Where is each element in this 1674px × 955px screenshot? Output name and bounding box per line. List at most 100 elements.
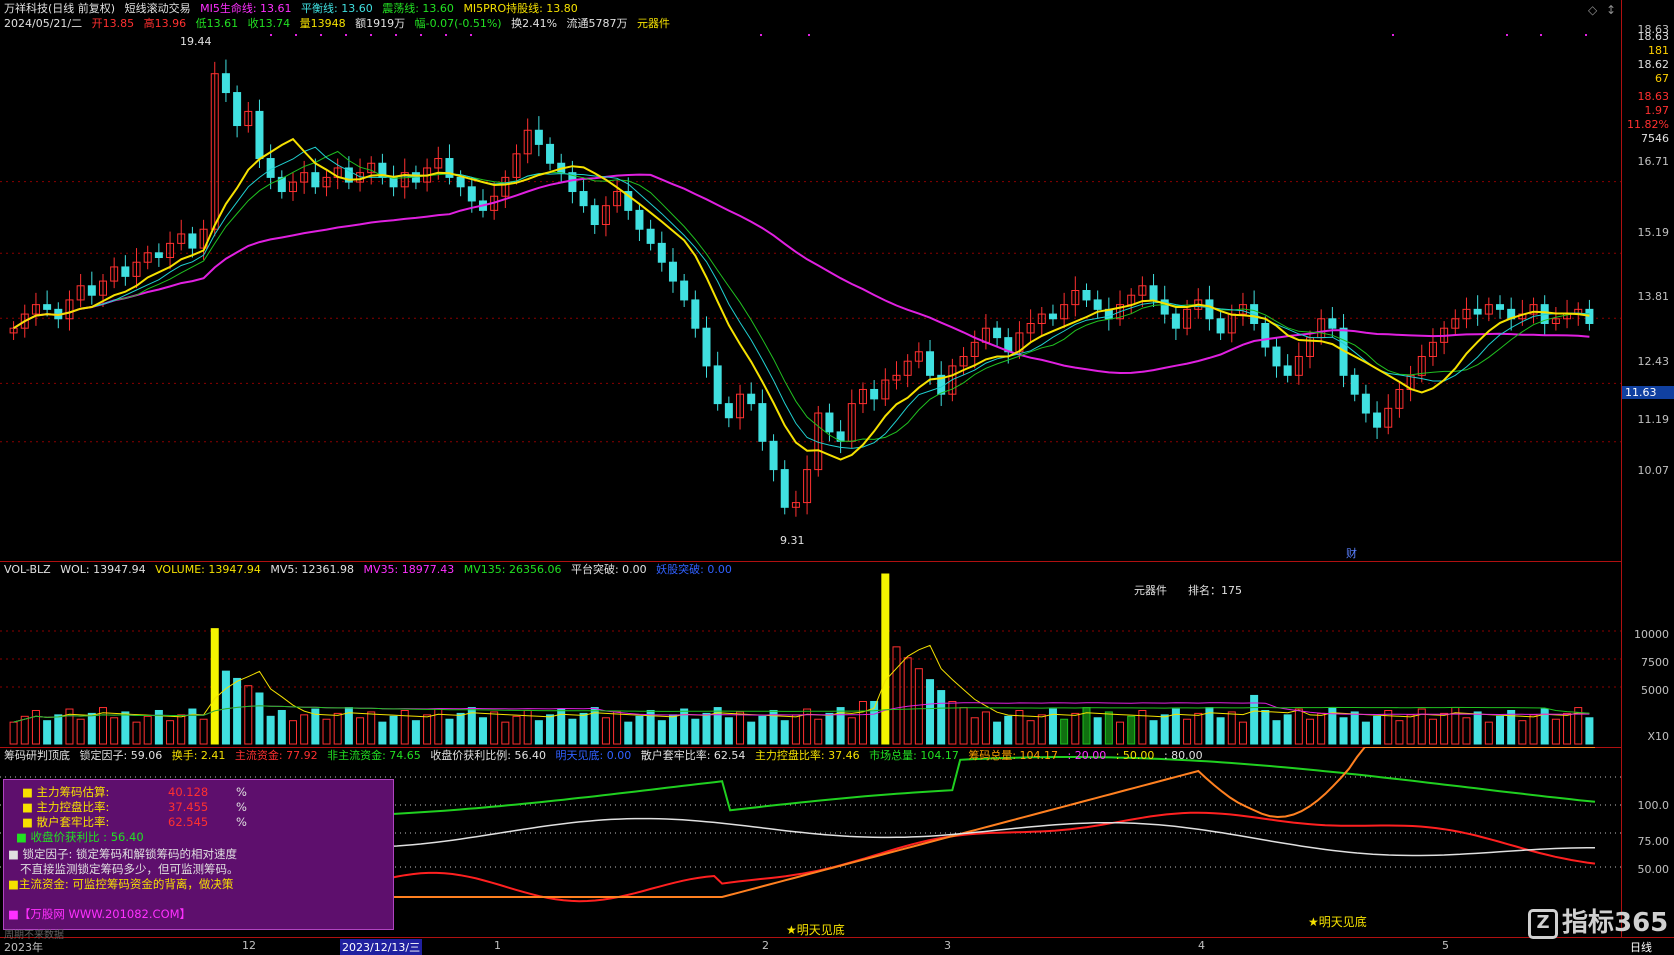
- chip-v80: : 80.00: [1163, 749, 1203, 762]
- volume-bar: [1350, 711, 1359, 745]
- info-row4-text: 收盘价获利比 : 56.40: [30, 830, 144, 844]
- volume-bar: [993, 721, 1002, 745]
- volume-bar: [1227, 711, 1236, 745]
- cai-badge[interactable]: 财: [1346, 545, 1357, 561]
- volume-bar: [1160, 714, 1169, 745]
- candle-down: [255, 110, 264, 160]
- volume-bar: [333, 712, 342, 745]
- info-row1-label: 主力筹码估算:: [36, 785, 110, 799]
- volume-bar: [1551, 718, 1560, 745]
- price-tick-label: 13.81: [1637, 290, 1670, 303]
- volume-bar: [1473, 711, 1482, 745]
- info-close: 收13.74: [247, 17, 291, 30]
- volume-bar: [970, 717, 979, 745]
- chip-profit: 收盘价获利比例: 56.40: [430, 749, 547, 762]
- kline-pane[interactable]: 万祥科技(日线 前复权) 短线滚动交易 MI5生命线: 13.61 平衡线: 1…: [0, 0, 1621, 562]
- volume-bar: [367, 711, 376, 745]
- period-label[interactable]: 日线: [1630, 939, 1652, 955]
- candle-down: [758, 403, 767, 442]
- info-low: 低13.61: [195, 17, 239, 30]
- chip-tick-label: 100.0: [1637, 799, 1670, 812]
- volume-bar: [199, 718, 208, 745]
- info-row-main-chip: ■ 主力筹码估算: 40.128%: [22, 785, 247, 799]
- volume-bar: [1261, 709, 1270, 745]
- volume-bar: [9, 721, 18, 745]
- signal-dot: [370, 34, 372, 36]
- volume-bar: [1406, 714, 1415, 745]
- candle-down: [579, 191, 588, 207]
- candle-down: [1283, 365, 1292, 376]
- vol-name[interactable]: VOL-BLZ: [4, 563, 51, 576]
- candle-down: [769, 440, 778, 471]
- candle-down: [635, 209, 644, 230]
- volume-bar: [210, 628, 219, 745]
- candle-down: [680, 280, 689, 301]
- volume-bar: [1037, 714, 1046, 745]
- volume-bar: [1373, 715, 1382, 745]
- signal-dot: [345, 34, 347, 36]
- candle-down: [1328, 318, 1337, 329]
- volume-bar: [1306, 718, 1315, 745]
- current-price-tag: 11.63: [1622, 386, 1674, 399]
- volume-bar: [534, 720, 543, 745]
- vol-mv35: MV35: 18977.43: [363, 563, 455, 576]
- volume-header: VOL-BLZ WOL: 13947.94 VOLUME: 13947.94 M…: [4, 563, 738, 577]
- chip-name[interactable]: 筹码研判顶底: [4, 749, 70, 762]
- volume-bar: [724, 717, 733, 745]
- candle-down: [1272, 346, 1281, 367]
- volume-bar: [1283, 714, 1292, 745]
- collapse-icon[interactable]: ↕: [1606, 3, 1616, 17]
- volume-bar: [132, 721, 141, 745]
- price-tick-label: 15.19: [1637, 226, 1670, 239]
- chip-control: 主力控盘比率: 37.46: [754, 749, 860, 762]
- indicator-name[interactable]: 短线滚动交易: [125, 2, 191, 15]
- volume-bar: [1026, 720, 1035, 745]
- volume-bar: [1194, 712, 1203, 745]
- volume-bar: [858, 701, 867, 745]
- date-bar[interactable]: 2023年 12 2023/12/13/三 1 2 3 4 5 日线: [0, 937, 1674, 955]
- candle-down: [221, 73, 230, 94]
- volume-bar: [691, 718, 700, 745]
- info-row-brand[interactable]: ■【万股网 WWW.201082.COM】: [8, 907, 191, 922]
- pro-line-value: MI5PRO持股线: 13.80: [463, 2, 578, 15]
- volume-tick-label: 10000: [1634, 628, 1669, 641]
- candle-down: [724, 403, 733, 419]
- date-cursor[interactable]: 2023/12/13/三: [340, 939, 423, 955]
- chip-v50: : 50.00: [1115, 749, 1155, 762]
- bottom-signal-2-label: 明天见底: [1318, 915, 1367, 929]
- candle-down: [154, 252, 163, 259]
- vol-platform: 平台突破: 0.00: [570, 563, 647, 576]
- candle-down: [825, 412, 834, 433]
- volume-bar: [1093, 717, 1102, 745]
- volume-bar: [1104, 711, 1113, 745]
- signal-dot: [295, 34, 297, 36]
- volume-bar: [233, 677, 242, 745]
- chip-market-total: 市场总量: 104.17: [869, 749, 959, 762]
- candle-down: [993, 327, 1002, 339]
- candle-down: [646, 228, 655, 244]
- date-2: 2: [762, 939, 769, 952]
- candle-down: [1082, 290, 1091, 301]
- date-1: 1: [494, 939, 501, 952]
- volume-bar: [322, 718, 331, 745]
- volume-pane[interactable]: VOL-BLZ WOL: 13947.94 VOLUME: 13947.94 M…: [0, 561, 1621, 748]
- volume-bar: [1216, 717, 1225, 745]
- volume-bar: [981, 711, 990, 745]
- volume-chart[interactable]: [0, 561, 1621, 747]
- candle-down: [590, 205, 599, 226]
- info-row2-unit: %: [236, 800, 247, 814]
- volume-bar: [423, 714, 432, 745]
- candle-down: [311, 172, 320, 188]
- volume-bar: [1060, 718, 1069, 745]
- candle-down: [546, 143, 555, 164]
- restore-icon[interactable]: ◇: [1588, 3, 1597, 17]
- volume-tick-label: 7500: [1641, 656, 1669, 669]
- candle-down: [1216, 318, 1225, 334]
- chip-v20: : 20.00: [1067, 749, 1107, 762]
- kline-info-line: 2024/05/21/二 开13.85 高13.96 低13.61 收13.74…: [4, 17, 676, 31]
- vol-mv135: MV135: 26356.06: [463, 563, 562, 576]
- kline-chart[interactable]: [0, 0, 1621, 561]
- volume-bar: [780, 720, 789, 745]
- watermark-logo: Z 指标365: [1528, 902, 1668, 939]
- candle-down: [87, 285, 96, 296]
